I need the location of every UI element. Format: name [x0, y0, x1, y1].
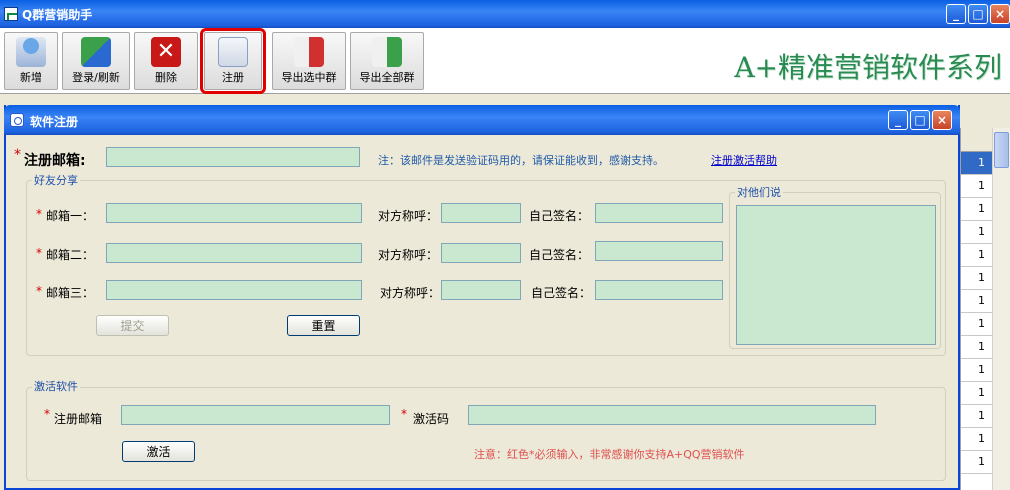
minimize-icon[interactable]: _ — [888, 110, 908, 130]
export-selected-button[interactable]: 导出选中群 — [272, 32, 346, 90]
table-row[interactable]: 1 — [961, 451, 993, 474]
email-two-label: 邮箱二： — [46, 248, 95, 262]
required-marker: * — [36, 207, 42, 221]
close-icon[interactable]: × — [932, 110, 952, 130]
export-selected-icon — [294, 37, 324, 67]
table-row[interactable]: 1 — [961, 336, 993, 359]
login-refresh-button[interactable]: 登录/刷新 — [62, 32, 130, 90]
toolbar: 新增 登录/刷新 ✕ 删除 注册 导出选中群 导出全部群 A+精准营销软件系列 — [0, 28, 1010, 94]
required-marker: * — [36, 284, 42, 298]
background-grid: 1 1 1 1 1 1 1 1 1 1 1 1 1 1 — [960, 128, 1010, 490]
main-titlebar: Q群营销助手 _ □ × — [0, 0, 1010, 28]
required-warning: 注意：红色*必须输入，非常感谢你支持A+QQ营销软件 — [474, 448, 745, 461]
register-icon — [218, 37, 248, 67]
message-textarea[interactable] — [736, 205, 936, 345]
sign-two-label: 自己签名： — [529, 248, 590, 262]
activate-group — [26, 387, 946, 481]
table-row[interactable]: 1 — [961, 359, 993, 382]
export-all-button[interactable]: 导出全部群 — [350, 32, 424, 90]
export-all-icon — [372, 37, 402, 67]
required-marker: * — [36, 246, 42, 260]
dialog-title: 软件注册 — [30, 115, 79, 129]
login-refresh-label: 登录/刷新 — [72, 71, 120, 84]
table-row[interactable]: 1 — [961, 267, 993, 290]
sign-one-label: 自己签名： — [529, 209, 590, 223]
email-one-label: 邮箱一： — [46, 209, 95, 223]
maximize-icon[interactable]: □ — [968, 4, 988, 24]
email-three-input[interactable] — [106, 280, 362, 300]
register-email-input[interactable] — [106, 147, 360, 167]
required-marker: * — [44, 407, 50, 421]
sign-three-input[interactable] — [595, 280, 723, 300]
register-button[interactable]: 注册 — [200, 28, 266, 94]
export-all-label: 导出全部群 — [359, 71, 415, 84]
required-marker: * — [14, 147, 21, 163]
sign-two-input[interactable] — [595, 241, 723, 261]
dialog-icon — [10, 113, 24, 127]
dialog-titlebar: 软件注册 _ □ × — [4, 105, 960, 135]
scrollbar-thumb[interactable] — [994, 132, 1009, 168]
required-marker: * — [401, 407, 407, 421]
submit-button[interactable]: 提交 — [96, 315, 169, 336]
window-title: Q群营销助手 — [22, 8, 93, 22]
activate-email-label: 注册邮箱 — [54, 412, 103, 426]
register-label: 注册 — [222, 71, 244, 84]
call-one-label: 对方称呼： — [378, 209, 439, 223]
table-row[interactable]: 1 — [961, 313, 993, 336]
close-icon[interactable]: × — [990, 4, 1010, 24]
table-row[interactable]: 1 — [961, 290, 993, 313]
table-row[interactable]: 1 — [961, 405, 993, 428]
delete-icon: ✕ — [151, 37, 181, 67]
delete-label: 删除 — [155, 71, 177, 84]
grid-scrollbar[interactable] — [992, 128, 1010, 490]
register-dialog: 软件注册 _ □ × * 注册邮箱: 注：该邮件是发送验证码用的，请保证能收到，… — [4, 105, 960, 490]
activation-code-label: 激活码 — [413, 412, 450, 426]
email-three-label: 邮箱三： — [46, 286, 95, 300]
activation-help-link[interactable]: 注册激活帮助 — [711, 152, 777, 168]
add-user-icon — [16, 37, 46, 67]
email-two-input[interactable] — [106, 243, 362, 263]
call-one-input[interactable] — [441, 203, 521, 223]
add-button[interactable]: 新增 — [4, 32, 58, 90]
activation-code-input[interactable] — [468, 405, 876, 425]
refresh-icon — [81, 37, 111, 67]
email-one-input[interactable] — [106, 203, 362, 223]
message-group-legend: 对他们说 — [735, 184, 783, 200]
export-selected-label: 导出选中群 — [281, 71, 337, 84]
call-three-input[interactable] — [441, 280, 521, 300]
table-row[interactable]: 1 — [961, 221, 993, 244]
table-row[interactable]: 1 — [961, 382, 993, 405]
register-email-label: 注册邮箱: — [24, 153, 86, 169]
call-two-label: 对方称呼： — [378, 248, 439, 262]
delete-button[interactable]: ✕ 删除 — [134, 32, 198, 90]
minimize-icon[interactable]: _ — [946, 4, 966, 24]
activate-email-input[interactable] — [121, 405, 390, 425]
maximize-icon[interactable]: □ — [910, 110, 930, 130]
share-group-legend: 好友分享 — [32, 172, 80, 188]
brand-slogan: A+精准营销软件系列 — [734, 51, 1002, 84]
app-icon — [4, 7, 18, 21]
table-row[interactable]: 1 — [961, 428, 993, 451]
table-row[interactable]: 1 — [961, 244, 993, 267]
activate-group-legend: 激活软件 — [32, 378, 80, 394]
table-row[interactable]: 1 — [961, 152, 993, 175]
call-two-input[interactable] — [441, 243, 521, 263]
sign-one-input[interactable] — [595, 203, 723, 223]
activate-button[interactable]: 激活 — [122, 441, 195, 462]
reset-button[interactable]: 重置 — [287, 315, 360, 336]
email-note: 注：该邮件是发送验证码用的，请保证能收到，感谢支持。 — [378, 154, 664, 167]
call-three-label: 对方称呼： — [380, 286, 441, 300]
sign-three-label: 自己签名： — [531, 286, 592, 300]
table-row[interactable]: 1 — [961, 175, 993, 198]
table-row[interactable]: 1 — [961, 198, 993, 221]
add-label: 新增 — [20, 71, 42, 84]
